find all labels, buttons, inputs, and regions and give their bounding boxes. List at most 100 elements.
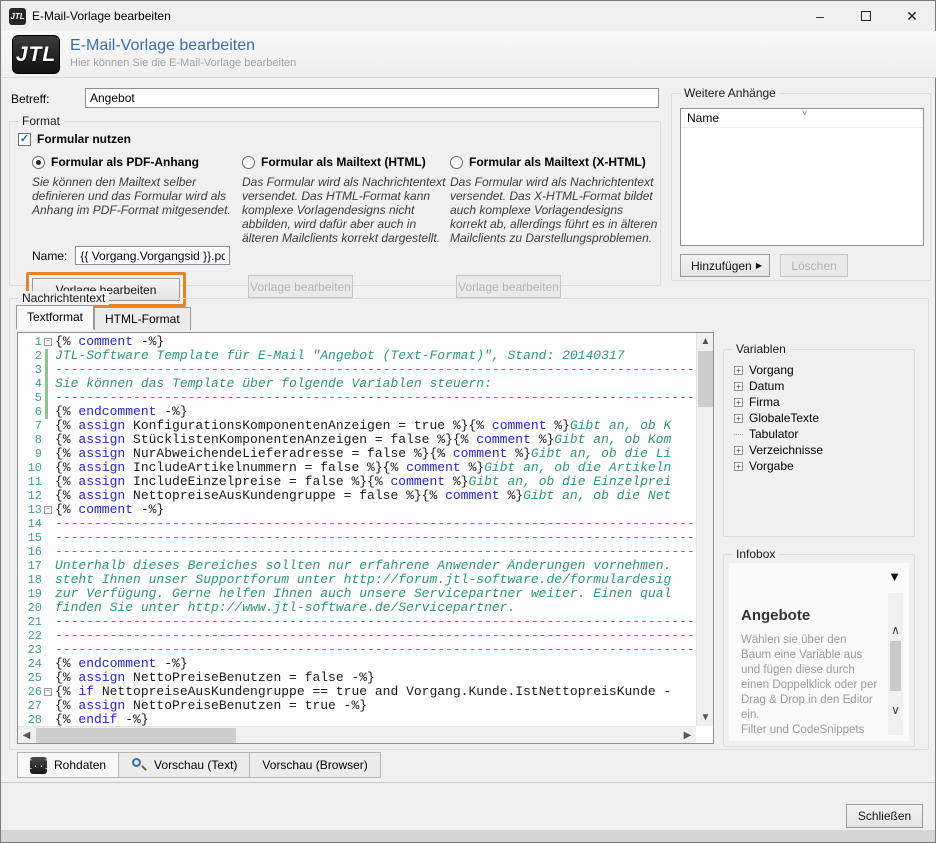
editor-line[interactable]: 9{% assign NurAbweichendeLieferadresse =… — [18, 447, 696, 461]
editor-line[interactable]: 23--------------------------------------… — [18, 643, 696, 657]
jtl-logo-icon: JTL — [12, 35, 60, 74]
scroll-left-icon[interactable]: ◀ — [18, 727, 35, 744]
editor-line[interactable]: 1−{% comment -%} — [18, 335, 696, 349]
editor-line[interactable]: 25{% assign NettoPreiseBenutzen = false … — [18, 671, 696, 685]
editor-line[interactable]: 16--------------------------------------… — [18, 545, 696, 559]
scroll-up-icon[interactable]: ▲ — [697, 333, 714, 350]
tab-htmlformat[interactable]: HTML-Format — [94, 307, 191, 330]
variables-group-label: Variablen — [732, 342, 790, 356]
tree-item-tabulator[interactable]: Tabulator — [734, 426, 823, 442]
minimize-icon[interactable]: – — [797, 1, 843, 31]
expand-plus-icon[interactable]: + — [734, 414, 743, 423]
tree-item-datum[interactable]: +Datum — [734, 378, 823, 394]
editor-line[interactable]: 22--------------------------------------… — [18, 629, 696, 643]
close-button[interactable]: Schließen — [846, 804, 923, 828]
editor-line[interactable]: 7{% assign KonfigurationsKomponentenAnze… — [18, 419, 696, 433]
html-radio[interactable] — [242, 156, 255, 169]
expand-plus-icon[interactable]: + — [734, 446, 743, 455]
variables-tree: + Vorgang+Datum+Firma+GlobaleTexteTabulat… — [734, 362, 823, 474]
editor-line[interactable]: 28{% endif -%} — [18, 713, 696, 726]
dialog-window: JTL E-Mail-Vorlage bearbeiten – ✕ JTL E-… — [0, 0, 936, 843]
format-option-html: Formular als Mailtext (HTML) Das Formula… — [242, 154, 447, 245]
attachments-column-header[interactable]: Name ˅ — [681, 109, 923, 128]
editor-line[interactable]: 6{% endcomment -%} — [18, 405, 696, 419]
format-group-label: Format — [18, 114, 64, 128]
close-icon[interactable]: ✕ — [889, 1, 935, 31]
code-editor[interactable]: 1−{% comment -%}2JTL-Software Template f… — [17, 332, 714, 744]
tab-vorschau-browser[interactable]: Vorschau (Browser) — [250, 752, 380, 778]
pdf-name-input[interactable] — [75, 246, 230, 265]
editor-line[interactable]: 26−{% if NettopreiseAusKundengruppe == t… — [18, 685, 696, 699]
tab-vorschau-text[interactable]: Vorschau (Text) — [119, 752, 250, 778]
infobox-scrollbar[interactable]: ∧ ∨ — [888, 593, 903, 735]
editor-line[interactable]: 27{% assign NettoPreiseBenutzen = true -… — [18, 699, 696, 713]
editor-line[interactable]: 2JTL-Software Template für E-Mail "Angeb… — [18, 349, 696, 363]
chevron-down-icon[interactable]: ∨ — [888, 703, 903, 717]
tree-item-vorgabe[interactable]: +Vorgabe — [734, 458, 823, 474]
delete-attachment-button: Löschen — [780, 254, 848, 277]
fold-icon[interactable]: − — [44, 338, 52, 346]
fold-icon[interactable]: − — [44, 688, 52, 696]
code-text: ----------------------------------------… — [55, 643, 696, 657]
editor-line[interactable]: 15--------------------------------------… — [18, 531, 696, 545]
attachments-list[interactable]: Name ˅ — [680, 108, 924, 246]
editor-line[interactable]: 13−{% comment -%} — [18, 503, 696, 517]
infobox-scroll-thumb[interactable] — [890, 641, 901, 691]
code-text: ----------------------------------------… — [55, 517, 696, 531]
expand-plus-icon[interactable]: + — [734, 462, 743, 471]
header: JTL E-Mail-Vorlage bearbeiten Hier könne… — [2, 31, 936, 78]
tree-item-label: Vorgang — [749, 363, 794, 377]
editor-line[interactable]: 11{% assign IncludeEinzelpreise = false … — [18, 475, 696, 489]
editor-line[interactable]: 10{% assign IncludeArtikelnummern = fals… — [18, 461, 696, 475]
editor-line[interactable]: 3---------------------------------------… — [18, 363, 696, 377]
tree-item-globaletexte[interactable]: +GlobaleTexte — [734, 410, 823, 426]
line-number: 28 — [18, 713, 42, 726]
editor-line[interactable]: 5---------------------------------------… — [18, 391, 696, 405]
pdf-description: Sie können den Mailtext selber definiere… — [32, 175, 237, 217]
editor-line[interactable]: 4Sie können das Template über folgende V… — [18, 377, 696, 391]
fold-icon[interactable]: − — [44, 506, 52, 514]
line-number: 21 — [18, 615, 42, 629]
editor-line[interactable]: 14--------------------------------------… — [18, 517, 696, 531]
tree-item-label: Tabulator — [749, 427, 798, 441]
pdf-radio[interactable] — [32, 156, 45, 169]
editor-horizontal-scrollbar[interactable]: ◀ ▶ — [18, 726, 696, 743]
code-text: {% assign NettopreiseAusKundengruppe = f… — [55, 489, 696, 503]
editor-line[interactable]: 18steht Ihnen unser Supportforum unter h… — [18, 573, 696, 587]
attachments-group-label: Weitere Anhänge — [680, 86, 780, 100]
expand-plus-icon[interactable]: + — [734, 382, 743, 391]
editor-line[interactable]: 17Unterhalb dieses Bereiches sollten nur… — [18, 559, 696, 573]
editor-line[interactable]: 12{% assign NettopreiseAusKundengruppe =… — [18, 489, 696, 503]
editor-line[interactable]: 8{% assign StücklistenKomponentenAnzeige… — [18, 433, 696, 447]
use-form-checkbox[interactable]: ✓ — [18, 133, 31, 146]
expand-plus-icon[interactable]: + — [734, 398, 743, 407]
subject-input[interactable] — [85, 88, 659, 108]
maximize-icon[interactable] — [843, 1, 889, 31]
expand-plus-icon[interactable]: + — [734, 366, 743, 375]
editor-line[interactable]: 20finden Sie unter http://www.jtl-softwa… — [18, 601, 696, 615]
editor-line[interactable]: 21--------------------------------------… — [18, 615, 696, 629]
scroll-thumb[interactable] — [698, 351, 713, 407]
tab-textformat[interactable]: Textformat — [16, 305, 94, 330]
tree-item-verzeichnisse[interactable]: + Verzeichnisse — [734, 442, 823, 458]
code-text: steht Ihnen unser Supportforum unter htt… — [55, 573, 696, 587]
line-number: 6 — [18, 405, 42, 419]
chevron-up-icon[interactable]: ∧ — [888, 623, 903, 637]
tree-item-vorgang[interactable]: + Vorgang — [734, 362, 823, 378]
xhtml-radio[interactable] — [450, 156, 463, 169]
code-text: ----------------------------------------… — [55, 363, 696, 377]
tree-item-firma[interactable]: +Firma — [734, 394, 823, 410]
code-text: {% assign NettoPreiseBenutzen = false -%… — [55, 671, 696, 685]
add-attachment-button[interactable]: Hinzufügen ▶ — [680, 254, 770, 277]
scroll-right-icon[interactable]: ▶ — [679, 727, 696, 744]
tree-item-label: Verzeichnisse — [749, 443, 823, 457]
bottom-strip — [1, 830, 935, 842]
scroll-thumb-horizontal[interactable] — [36, 728, 236, 743]
infobox-dropdown-icon[interactable]: ▼ — [888, 569, 901, 584]
editor-line[interactable]: 24{% endcomment -%} — [18, 657, 696, 671]
editor-line[interactable]: 19zur Verfügung. Gerne helfen Ihnen auch… — [18, 587, 696, 601]
scroll-down-icon[interactable]: ▼ — [697, 709, 714, 726]
editor-vertical-scrollbar[interactable]: ▲ ▼ — [696, 333, 713, 726]
tab-rohdaten[interactable]: {..} Rohdaten — [17, 752, 119, 778]
code-text: Unterhalb dieses Bereiches sollten nur e… — [55, 559, 696, 573]
